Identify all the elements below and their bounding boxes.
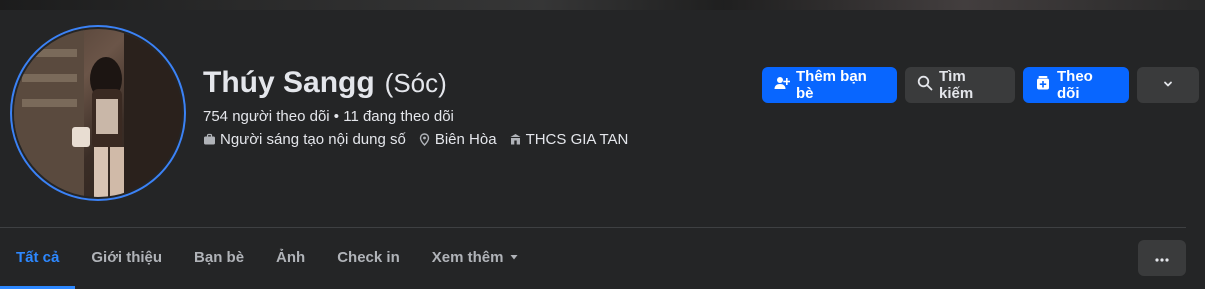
tab-about[interactable]: Giới thiệu	[75, 228, 178, 286]
location-pin-icon	[418, 133, 431, 146]
tab-friends[interactable]: Bạn bè	[178, 228, 260, 286]
tab-more[interactable]: Xem thêm	[416, 228, 536, 286]
tab-overflow-button[interactable]	[1138, 240, 1186, 276]
tab-label: Tất cả	[16, 248, 60, 266]
profile-name[interactable]: Thúy Sangg	[203, 66, 375, 100]
profile-actions: Thêm bạn bè Tìm kiếm Theo dõi	[762, 67, 1199, 103]
cover-photo-edge[interactable]	[0, 0, 1205, 10]
follow-label: Theo dõi	[1057, 68, 1093, 102]
school-icon	[509, 133, 522, 146]
chevron-down-icon	[1162, 77, 1174, 94]
follower-stats[interactable]: 754 người theo dõi • 11 đang theo dõi	[203, 108, 454, 125]
tab-label: Xem thêm	[431, 248, 504, 266]
add-friend-button[interactable]: Thêm bạn bè	[762, 67, 897, 103]
caret-down-icon	[509, 249, 519, 266]
tab-label: Check in	[337, 248, 400, 266]
detail-school: THCS GIA TAN	[509, 131, 629, 148]
tab-all[interactable]: Tất cả	[0, 228, 76, 289]
detail-location-text[interactable]: Biên Hòa	[435, 131, 497, 148]
search-label: Tìm kiếm	[939, 68, 974, 102]
avatar[interactable]	[12, 27, 184, 199]
profile-header: Thúy Sangg (Sóc) 754 người theo dõi • 11…	[0, 0, 1205, 289]
detail-school-text[interactable]: THCS GIA TAN	[526, 131, 629, 148]
briefcase-icon	[203, 133, 216, 146]
add-friend-label: Thêm bạn bè	[796, 68, 867, 102]
profile-details: Người sáng tạo nội dung số Biên Hòa THCS…	[203, 131, 628, 148]
detail-occupation: Người sáng tạo nội dung số	[203, 131, 406, 148]
search-button[interactable]: Tìm kiếm	[905, 67, 1015, 103]
search-icon	[917, 75, 933, 95]
add-friend-icon	[774, 75, 791, 95]
tab-check-in[interactable]: Check in	[321, 228, 416, 286]
more-actions-button[interactable]	[1137, 67, 1199, 103]
tab-photos[interactable]: Ảnh	[260, 228, 321, 286]
profile-nickname: (Sóc)	[384, 68, 447, 98]
name-row: Thúy Sangg (Sóc)	[203, 66, 447, 100]
follow-icon	[1035, 75, 1051, 95]
avatar-photo	[14, 29, 182, 197]
follow-button[interactable]: Theo dõi	[1023, 67, 1129, 103]
profile-tabs: Tất cả Giới thiệu Bạn bè Ảnh Check in Xe…	[0, 228, 535, 289]
detail-occupation-text: Người sáng tạo nội dung số	[220, 131, 406, 148]
tab-label: Bạn bè	[194, 248, 245, 266]
detail-location: Biên Hòa	[418, 131, 497, 148]
tab-label: Ảnh	[276, 248, 306, 266]
avatar-ring[interactable]	[10, 25, 186, 201]
more-dots-icon	[1155, 249, 1169, 267]
tab-label: Giới thiệu	[91, 248, 163, 266]
